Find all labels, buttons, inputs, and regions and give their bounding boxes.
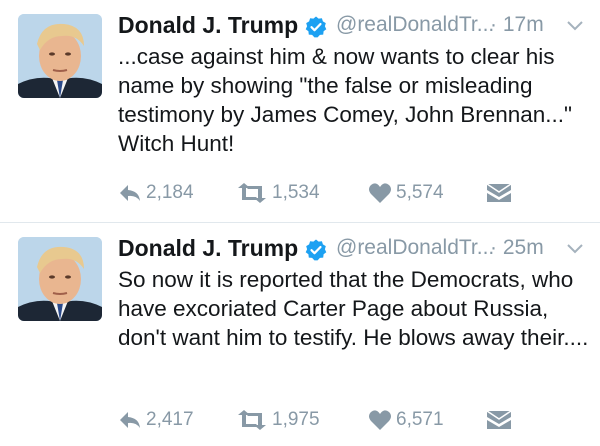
tweet-header: Donald J. Trump @realDonaldTr... · 17m xyxy=(118,10,588,44)
like-count: 5,574 xyxy=(396,182,444,203)
reply-icon xyxy=(120,185,140,201)
retweet-icon xyxy=(238,410,266,430)
envelope-icon xyxy=(486,410,512,429)
tweet[interactable]: Donald J. Trump @realDonaldTr... · 17m .… xyxy=(0,0,600,222)
reply-count: 2,184 xyxy=(146,182,194,203)
avatar[interactable] xyxy=(18,14,102,98)
handle[interactable]: @realDonaldTr... xyxy=(336,13,494,37)
retweet-icon xyxy=(238,183,266,203)
handle[interactable]: @realDonaldTr... xyxy=(336,236,494,260)
reply-icon xyxy=(120,412,140,428)
verified-icon xyxy=(305,16,327,38)
direct-message-button[interactable] xyxy=(486,178,512,208)
like-button[interactable]: 5,574 xyxy=(368,178,444,208)
time-value: 17m xyxy=(502,13,544,36)
tweet-actions: 2,184 1,534 5,574 xyxy=(118,178,518,208)
tweet-header: Donald J. Trump @realDonaldTr... · 25m xyxy=(118,233,588,267)
separator: · xyxy=(490,236,497,259)
chevron-down-icon[interactable] xyxy=(566,19,584,33)
chevron-down-icon[interactable] xyxy=(566,242,584,256)
retweet-count: 1,534 xyxy=(272,182,320,203)
like-count: 6,571 xyxy=(396,409,444,430)
like-button[interactable]: 6,571 xyxy=(368,405,444,435)
direct-message-button[interactable] xyxy=(486,405,512,435)
timestamp[interactable]: · 17m xyxy=(490,13,544,37)
envelope-icon xyxy=(486,183,512,202)
time-value: 25m xyxy=(502,236,544,259)
display-name[interactable]: Donald J. Trump xyxy=(118,235,298,262)
display-name[interactable]: Donald J. Trump xyxy=(118,12,298,39)
avatar[interactable] xyxy=(18,237,102,321)
reply-count: 2,417 xyxy=(146,409,194,430)
retweet-count: 1,975 xyxy=(272,409,320,430)
reply-button[interactable]: 2,184 xyxy=(118,178,194,208)
tweet-text: ...case against him & now wants to clear… xyxy=(118,44,573,156)
tweet-actions: 2,417 1,975 6,571 xyxy=(118,405,518,435)
heart-icon xyxy=(369,183,391,203)
separator: · xyxy=(490,13,497,36)
heart-icon xyxy=(369,410,391,430)
tweet[interactable]: Donald J. Trump @realDonaldTr... · 25m S… xyxy=(0,223,600,446)
reply-button[interactable]: 2,417 xyxy=(118,405,194,435)
tweet-text: So now it is reported that the Democrats… xyxy=(118,267,589,350)
timestamp[interactable]: · 25m xyxy=(490,236,544,260)
verified-icon xyxy=(305,239,327,261)
retweet-button[interactable]: 1,975 xyxy=(236,405,320,435)
retweet-button[interactable]: 1,534 xyxy=(236,178,320,208)
